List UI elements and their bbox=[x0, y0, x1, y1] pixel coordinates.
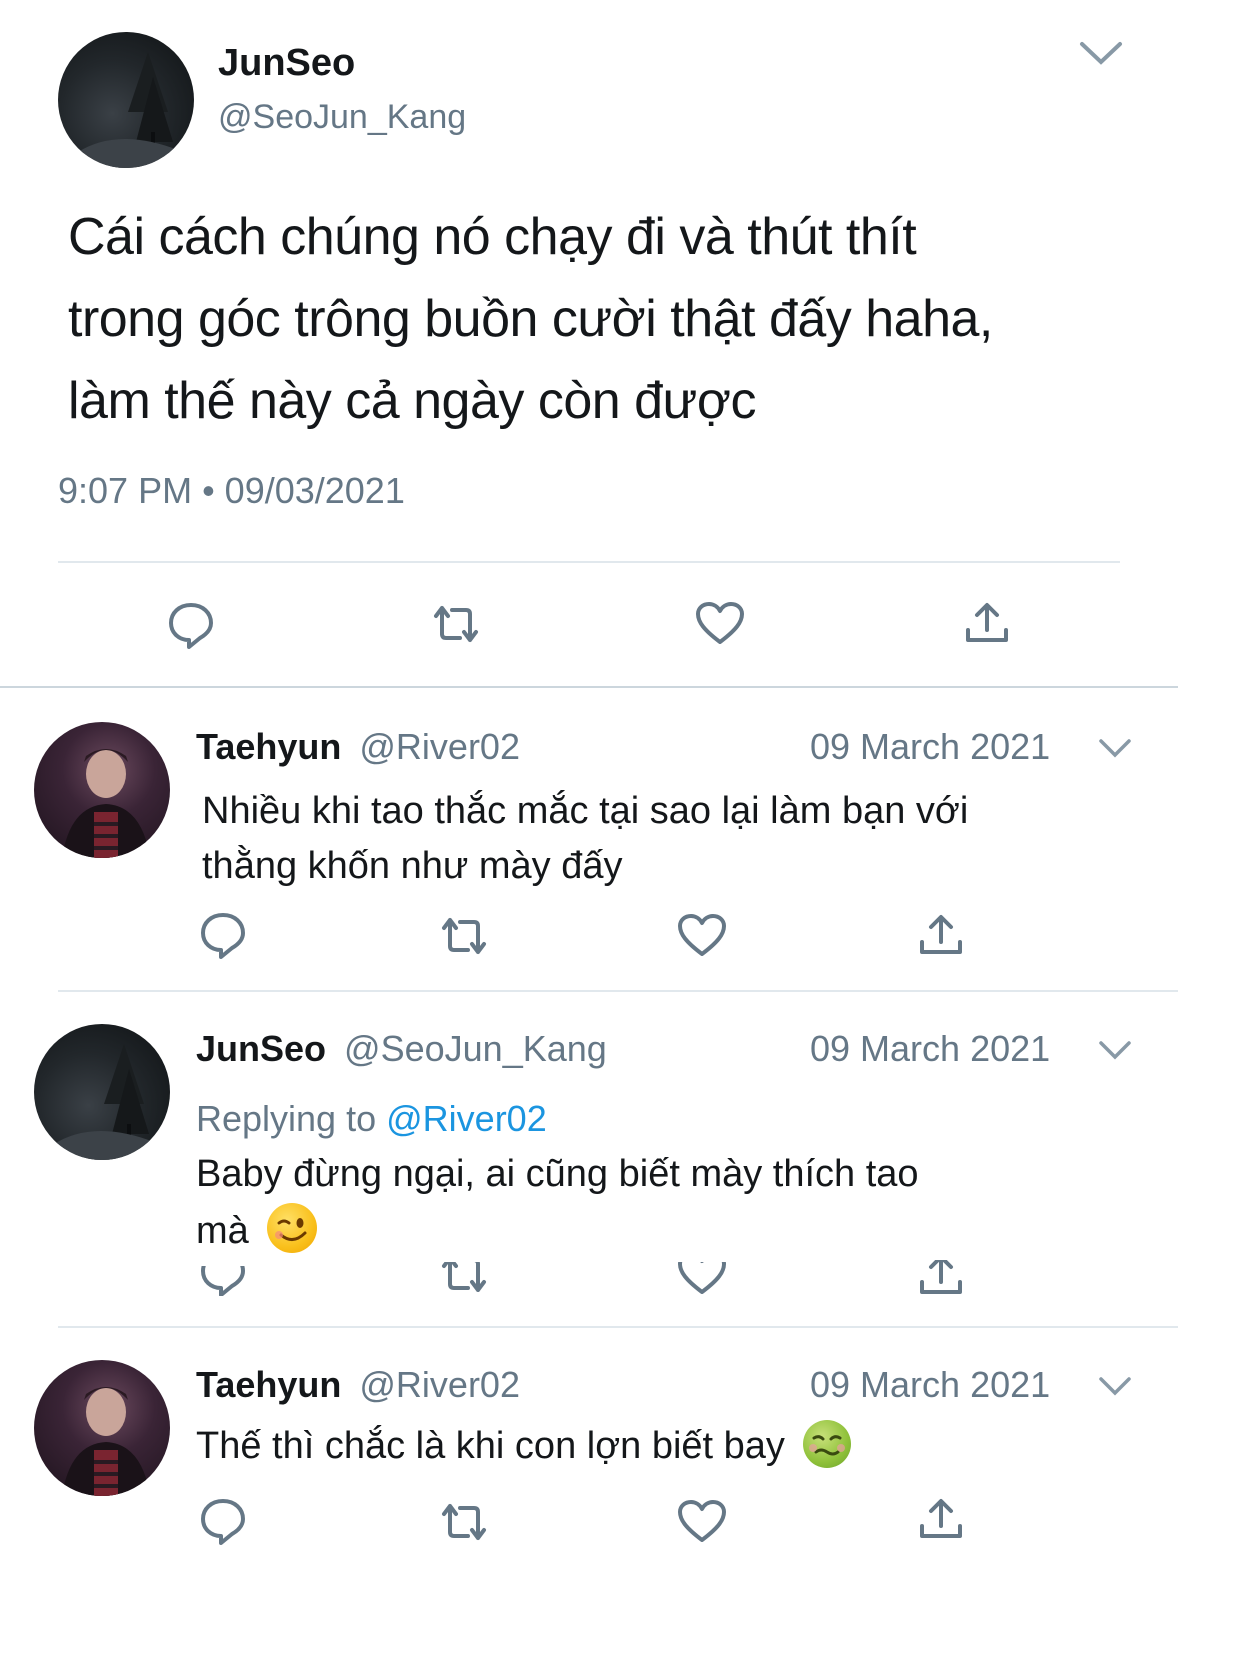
reply-header: Taehyun @River02 bbox=[196, 726, 520, 768]
author-handle[interactable]: @SeoJun_Kang bbox=[218, 98, 466, 137]
reply-text-line: thằng khốn như mày đấy bbox=[202, 845, 623, 887]
reply-date: 09 March 2021 bbox=[810, 1364, 1051, 1405]
forest-night-icon bbox=[54, 1044, 154, 1160]
divider bbox=[58, 1326, 1178, 1328]
like-heart-icon[interactable] bbox=[694, 600, 746, 646]
person-avatar-icon bbox=[62, 749, 150, 858]
reply-icon[interactable] bbox=[166, 600, 216, 650]
tweet-text-line: Cái cách chúng nó chạy đi và thút thít bbox=[68, 208, 917, 266]
tweet-text-line: làm thế này cả ngày còn được bbox=[68, 372, 756, 430]
reply-text-line: Thế thì chắc là khi con lợn biết bay bbox=[196, 1425, 785, 1467]
reply-text-line: Baby đừng ngại, ai cũng biết mày thích t… bbox=[196, 1153, 919, 1195]
like-heart-icon[interactable] bbox=[676, 1498, 728, 1544]
reply-text-line: mà bbox=[196, 1210, 249, 1252]
reply-handle[interactable]: @River02 bbox=[359, 1364, 520, 1405]
reply-date: 09 March 2021 bbox=[810, 726, 1051, 767]
replying-to: Replying to @River02 bbox=[196, 1098, 547, 1140]
reply-header: JunSeo @SeoJun_Kang bbox=[196, 1028, 607, 1070]
share-icon[interactable] bbox=[918, 1260, 964, 1294]
like-heart-icon[interactable] bbox=[676, 1262, 728, 1294]
reply-display-name[interactable]: Taehyun bbox=[196, 726, 341, 767]
reply-text-line: Nhiều khi tao thắc mắc tại sao lại làm b… bbox=[202, 790, 969, 832]
retweet-icon[interactable] bbox=[436, 1500, 492, 1544]
replying-to-label: Replying to bbox=[196, 1098, 377, 1139]
person-avatar-icon bbox=[62, 1387, 150, 1496]
reply-options-chevron-icon[interactable] bbox=[1098, 1040, 1132, 1062]
reply-header: Taehyun @River02 bbox=[196, 1364, 520, 1406]
share-icon[interactable] bbox=[964, 600, 1010, 646]
section-divider bbox=[0, 686, 1178, 688]
reply-text: Baby đừng ngại, ai cũng biết mày thích t… bbox=[196, 1146, 919, 1260]
reply-text-line-with-emoji: mà bbox=[196, 1203, 919, 1260]
reply-date: 09 March 2021 bbox=[810, 1028, 1051, 1069]
reply-icon[interactable] bbox=[198, 1496, 248, 1546]
divider bbox=[58, 561, 1120, 563]
more-options-chevron-icon[interactable] bbox=[1078, 40, 1124, 68]
divider bbox=[58, 990, 1178, 992]
reply-options-chevron-icon[interactable] bbox=[1098, 738, 1132, 760]
winking-face-emoji-icon bbox=[267, 1203, 318, 1253]
reply-avatar[interactable] bbox=[34, 1360, 170, 1496]
author-avatar[interactable] bbox=[58, 32, 194, 168]
retweet-icon[interactable] bbox=[436, 914, 492, 958]
author-display-name[interactable]: JunSeo bbox=[218, 42, 355, 85]
forest-night-icon bbox=[78, 52, 178, 168]
reply-text: Thế thì chắc là khi con lợn biết bay bbox=[196, 1420, 852, 1472]
retweet-icon[interactable] bbox=[428, 602, 484, 646]
reply-options-chevron-icon[interactable] bbox=[1098, 1376, 1132, 1398]
tweet-text-line: trong góc trông buồn cười thật đấy haha, bbox=[68, 290, 993, 348]
reply-text: Nhiều khi tao thắc mắc tại sao lại làm b… bbox=[202, 784, 968, 894]
reply-handle[interactable]: @SeoJun_Kang bbox=[344, 1028, 607, 1069]
share-icon[interactable] bbox=[918, 912, 964, 958]
retweet-icon[interactable] bbox=[436, 1262, 492, 1292]
reply-avatar[interactable] bbox=[34, 722, 170, 858]
reply-icon[interactable] bbox=[198, 910, 248, 960]
tweet-timestamp: 9:07 PM • 09/03/2021 bbox=[58, 470, 405, 511]
share-icon[interactable] bbox=[918, 1496, 964, 1542]
replying-to-handle-link[interactable]: @River02 bbox=[386, 1098, 547, 1139]
nauseated-face-emoji-icon bbox=[803, 1420, 852, 1468]
reply-handle[interactable]: @River02 bbox=[359, 726, 520, 767]
reply-avatar[interactable] bbox=[34, 1024, 170, 1160]
reply-display-name[interactable]: Taehyun bbox=[196, 1364, 341, 1405]
like-heart-icon[interactable] bbox=[676, 912, 728, 958]
reply-icon[interactable] bbox=[198, 1266, 248, 1296]
tweet-text: Cái cách chúng nó chạy đi và thút thít t… bbox=[68, 196, 993, 442]
reply-display-name[interactable]: JunSeo bbox=[196, 1028, 326, 1069]
